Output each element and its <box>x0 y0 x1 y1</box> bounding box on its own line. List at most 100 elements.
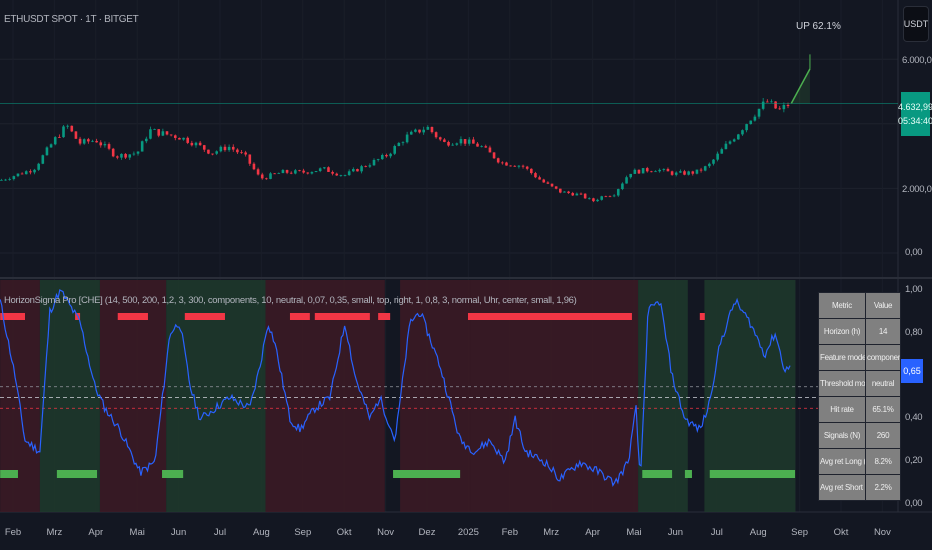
candle-body <box>385 155 388 157</box>
osc-axis-label: 0,80 <box>905 327 923 338</box>
candle-body <box>265 178 268 180</box>
candle-body <box>219 146 223 152</box>
time-axis-label: Feb <box>4 527 22 538</box>
candle-body <box>302 170 305 173</box>
time-axis-label: Jun <box>170 527 187 538</box>
candle-body <box>600 196 604 200</box>
candle-body <box>165 131 169 135</box>
candle-body <box>434 132 438 138</box>
candle-body <box>749 120 753 125</box>
candle-body <box>687 171 690 175</box>
candle-body <box>12 176 16 180</box>
candle-body <box>20 173 24 175</box>
candle-body <box>294 170 297 174</box>
candle-body <box>298 170 301 172</box>
candle-body <box>24 171 28 175</box>
candle-body <box>770 101 773 103</box>
candle-body <box>737 134 740 140</box>
candle-body <box>236 149 239 153</box>
candle-body <box>376 159 380 160</box>
metric-name: Hit rate <box>818 396 866 423</box>
candle-body <box>728 141 732 144</box>
candle-body <box>356 169 359 172</box>
time-axis-label: Feb <box>501 527 518 538</box>
osc-last-value-tag: 0,65 <box>901 359 923 383</box>
candle-body <box>538 177 541 180</box>
candle-body <box>418 129 421 133</box>
candle-body <box>335 173 339 176</box>
metric-name: Feature mode <box>818 344 866 371</box>
candle-body <box>575 193 579 196</box>
candle-body <box>153 129 156 130</box>
candle-body <box>463 139 467 144</box>
short-signal-bar <box>289 313 310 320</box>
candle-body <box>16 173 20 177</box>
metric-value: 65.1% <box>865 396 901 423</box>
candle-body <box>49 144 53 148</box>
metric-value: 8.2% <box>865 448 901 475</box>
candle-body <box>74 131 78 139</box>
candle-body <box>621 183 624 190</box>
time-axis-label: Mai <box>626 527 642 538</box>
metric-value: 14 <box>865 318 901 345</box>
time-axis-label: Jun <box>667 527 684 538</box>
metric-value: components <box>865 344 901 371</box>
last-price-tag: 4.632,99 05:34:40 <box>898 92 932 136</box>
candle-body <box>641 168 645 174</box>
metric-name: Horizon (h) <box>818 318 866 345</box>
candle-body <box>786 105 790 107</box>
time-axis-label: Sep <box>294 527 312 538</box>
candle-body <box>720 149 724 154</box>
candle-body <box>136 151 140 154</box>
long-signal-bar <box>0 470 18 478</box>
candle-body <box>260 174 264 179</box>
metric-name: Threshold mode <box>818 370 866 397</box>
candle-body <box>447 141 450 146</box>
table-row: Threshold modeneutral <box>818 370 901 397</box>
candle-body <box>662 168 666 170</box>
time-axis-label: Okt <box>336 527 352 538</box>
candle-body <box>633 169 637 174</box>
time-axis-label: Apr <box>585 527 600 538</box>
candle-body <box>281 170 285 174</box>
chart-canvas[interactable] <box>0 0 932 550</box>
candle-body <box>505 162 508 166</box>
candle-body <box>559 188 562 193</box>
candle-body <box>202 145 206 150</box>
candle-body <box>289 172 293 174</box>
candle-body <box>240 152 243 154</box>
metric-value: 260 <box>865 422 901 449</box>
metric-name: Signals (N) <box>818 422 866 449</box>
indicator-title[interactable]: HorizonSigma Pro [CHE] (14, 500, 200, 1,… <box>4 295 577 306</box>
candle-body <box>488 147 492 153</box>
candle-body <box>757 108 761 117</box>
candle-body <box>37 163 40 170</box>
candle-body <box>467 139 471 144</box>
candle-body <box>58 137 61 138</box>
candle-body <box>761 101 765 109</box>
long-signal-bar <box>162 470 184 478</box>
candle-body <box>116 156 119 158</box>
symbol-title[interactable]: ETHUSDT SPOT · 1T · BITGET <box>4 14 139 25</box>
candle-body <box>66 125 69 127</box>
candle-body <box>82 139 86 144</box>
candle-body <box>679 171 682 173</box>
candle-body <box>128 154 132 158</box>
candle-body <box>616 189 620 196</box>
time-axis-label: Mrz <box>543 527 560 538</box>
candle-body <box>273 173 276 175</box>
candle-body <box>455 143 459 145</box>
candle-body <box>95 140 98 143</box>
candle-body <box>666 168 670 172</box>
candle-body <box>53 137 57 145</box>
candle-body <box>571 193 575 196</box>
time-axis-label: Nov <box>873 527 891 538</box>
candle-body <box>530 168 533 174</box>
candle-body <box>343 175 347 176</box>
candle-body <box>87 139 90 142</box>
candle-body <box>352 169 355 172</box>
currency-button[interactable]: USDT <box>903 6 929 42</box>
table-header: Value <box>865 292 901 319</box>
candle-body <box>397 142 401 147</box>
candle-body <box>625 177 628 184</box>
